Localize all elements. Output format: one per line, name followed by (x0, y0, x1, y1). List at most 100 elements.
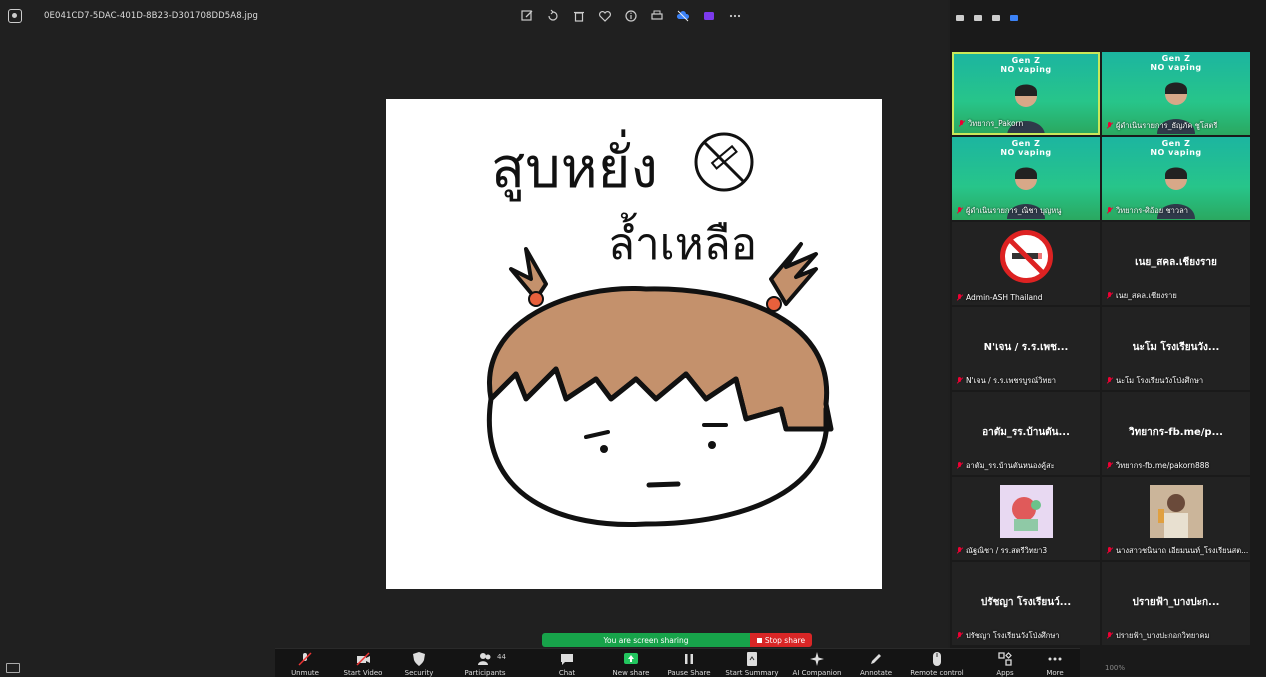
participant-tile[interactable]: Gen Z NO vaping ผู้ดำเนินรายการ_ณิชา บุญหน… (952, 137, 1100, 220)
participant-name: อาตัม_รร.บ้านตัน... (982, 427, 1070, 438)
photo-viewer: 0E041CD7-5DAC-401D-8B23-D301708DD5A8.jpg… (0, 0, 948, 676)
participant-tile[interactable]: อาตัม_รร.บ้านตัน... อาตัม_รร.บ้านตันหนองค… (952, 392, 1100, 475)
new-share-button[interactable]: New share (601, 651, 661, 677)
participant-name: เนย_สคล.เชียงราย (1135, 257, 1217, 268)
stop-share-label: Stop share (764, 635, 806, 645)
participant-name: N'เจน / ร.ร.เพช... (983, 342, 1069, 353)
rotate-icon[interactable] (546, 9, 560, 23)
participant-label: ณัฐณิชา / รร.สตรีวิทยา3 (956, 545, 1047, 557)
mouse-icon (933, 652, 941, 666)
stop-share-button[interactable]: Stop share (750, 633, 812, 647)
video-off-icon (356, 652, 370, 666)
mic-muted-icon (956, 377, 963, 385)
pen-icon (871, 654, 881, 664)
avatar (1150, 485, 1203, 538)
clipchamp-icon[interactable] (702, 9, 716, 23)
participant-tile[interactable]: N'เจน / ร.ร.เพช... N'เจน / ร.ร.เพชรบูรณ์ว… (952, 307, 1100, 390)
start-video-button[interactable]: Start Video (333, 651, 393, 677)
participants-button[interactable]: Participants 44 (455, 651, 515, 677)
image-title-line2: ล้ำเหลือ (608, 212, 757, 270)
annotate-button[interactable]: Annotate (846, 651, 906, 677)
participant-tile[interactable]: นางสาวชนินาถ เอียมนนท์_โรงเรียนสต... (1102, 477, 1250, 560)
view-switcher (956, 15, 1018, 21)
view-option-grid-icon[interactable] (1010, 15, 1018, 21)
participant-name: วิทยากร-fb.me/p... (1129, 427, 1223, 438)
unmute-button[interactable]: Unmute (275, 651, 335, 677)
participant-name: ปรัชญา โรงเรียนว์... (980, 597, 1072, 608)
remote-control-button[interactable]: Remote control (907, 651, 967, 677)
more-button[interactable]: More (1025, 651, 1085, 677)
participant-tile[interactable]: Admin-ASH Thailand (952, 222, 1100, 305)
mic-muted-icon (1106, 462, 1113, 470)
viewer-tools (520, 9, 742, 23)
participant-tile[interactable]: นะโม โรงเรียนวัง... นะโม โรงเรียนวังโป่งศ… (1102, 307, 1250, 390)
participant-tile[interactable]: เนย_สคล.เชียงราย เนย_สคล.เชียงราย (1102, 222, 1250, 305)
mic-muted-icon (1106, 122, 1113, 130)
view-option-speaker-icon[interactable] (956, 15, 964, 21)
view-option-side-icon[interactable] (992, 15, 1000, 21)
chat-button[interactable]: Chat (537, 651, 597, 677)
start-summary-button[interactable]: Start Summary (722, 651, 782, 677)
participant-tile[interactable]: วิทยากร-fb.me/p... วิทยากร-fb.me/pakorn88… (1102, 392, 1250, 475)
participant-label: เนย_สคล.เชียงราย (1106, 290, 1177, 302)
mic-muted-icon (1106, 377, 1113, 385)
chat-icon (561, 654, 573, 665)
mic-muted-icon (956, 207, 963, 215)
participant-tile[interactable]: Gen Z NO vaping วิทยากร_Pakorn (952, 52, 1100, 135)
viewer-topbar: 0E041CD7-5DAC-401D-8B23-D301708DD5A8.jpg (0, 0, 948, 34)
share-status-text: You are screen sharing (603, 635, 689, 645)
screen-icon (6, 663, 20, 673)
banner-text: Gen Z NO vaping (1150, 54, 1202, 72)
participant-tile[interactable]: ปรายฟ้า_บางปะก... ปรายฟ้า_บางปะกอกวิทยาคม (1102, 562, 1250, 645)
no-vape-icon (694, 132, 754, 192)
participant-label: Admin-ASH Thailand (956, 293, 1043, 302)
meeting-toolbar: Unmute Start Video Security Participants 44 C… (275, 648, 1080, 677)
delete-icon[interactable] (572, 9, 586, 23)
participant-tile[interactable]: ณัฐณิชา / รร.สตรีวิทยา3 (952, 477, 1100, 560)
stop-icon (756, 637, 762, 643)
apps-icon (998, 652, 1012, 666)
participant-label: อาตัม_รร.บ้านตันหนองคู้สะ (956, 460, 1055, 472)
info-icon[interactable] (624, 9, 638, 23)
participant-count: 44 (497, 653, 506, 661)
mic-muted-icon (956, 547, 963, 555)
participant-label: วิทยากร-ศิอ้อย ชาวลา (1106, 205, 1188, 217)
mic-muted-icon (956, 632, 963, 640)
participant-label: ปรายฟ้า_บางปะกอกวิทยาคม (1106, 630, 1209, 642)
mic-muted-icon (1106, 292, 1113, 300)
summary-icon (747, 652, 757, 666)
mic-muted-icon (958, 120, 965, 128)
participant-label: วิทยากร_Pakorn (958, 118, 1023, 130)
participant-label: วิทยากร-fb.me/pakorn888 (1106, 460, 1209, 472)
mic-muted-icon (1106, 632, 1113, 640)
avatar (1000, 485, 1053, 538)
participant-label: ผู้ดำเนินรายการ_ธัญภัค ชูโสตรี (1106, 120, 1217, 132)
heart-icon[interactable] (598, 9, 612, 23)
pause-share-button[interactable]: Pause Share (659, 651, 719, 677)
more-icon[interactable] (728, 9, 742, 23)
participant-label: ผู้ดำเนินรายการ_ณิชา บุญหนู (956, 205, 1061, 217)
view-option-strip-icon[interactable] (974, 15, 982, 21)
banner-text: Gen Z NO vaping (1000, 139, 1052, 157)
participant-tile[interactable]: Gen Z NO vaping ผู้ดำเนินรายการ_ธัญภัค ชูโ… (1102, 52, 1250, 135)
mic-muted-icon (1106, 207, 1113, 215)
participant-label: นะโม โรงเรียนวังโป่งศึกษา (1106, 375, 1203, 387)
participant-tile[interactable]: Gen Z NO vaping วิทยากร-ศิอ้อย ชาวลา (1102, 137, 1250, 220)
banner-text: Gen Z NO vaping (1000, 56, 1052, 74)
security-button[interactable]: Security (389, 651, 449, 677)
share-status[interactable]: You are screen sharing (542, 633, 750, 647)
edit-icon[interactable] (520, 9, 534, 23)
print-icon[interactable] (650, 9, 664, 23)
no-smoking-icon (1000, 230, 1053, 283)
sparkle-icon (810, 652, 824, 666)
ai-companion-button[interactable]: AI Companion (787, 651, 847, 677)
zoom-gallery-panel: Gen Z NO vaping วิทยากร_Pakorn Gen Z NO vapi… (950, 0, 1266, 676)
cloud-icon[interactable] (676, 9, 690, 23)
participant-label: นางสาวชนินาถ เอียมนนท์_โรงเรียนสต... (1106, 545, 1248, 557)
cartoon-girl-illustration: สูบหยั่ง ล้ำเหลือ (486, 129, 834, 528)
zoom-level: 100% (1105, 664, 1126, 672)
mic-muted-icon (298, 652, 312, 666)
more-icon (1048, 657, 1062, 661)
participant-tile[interactable]: ปรัชญา โรงเรียนว์... ปรัชญา โรงเรียนวังโป… (952, 562, 1100, 645)
mic-muted-icon (1106, 547, 1113, 555)
